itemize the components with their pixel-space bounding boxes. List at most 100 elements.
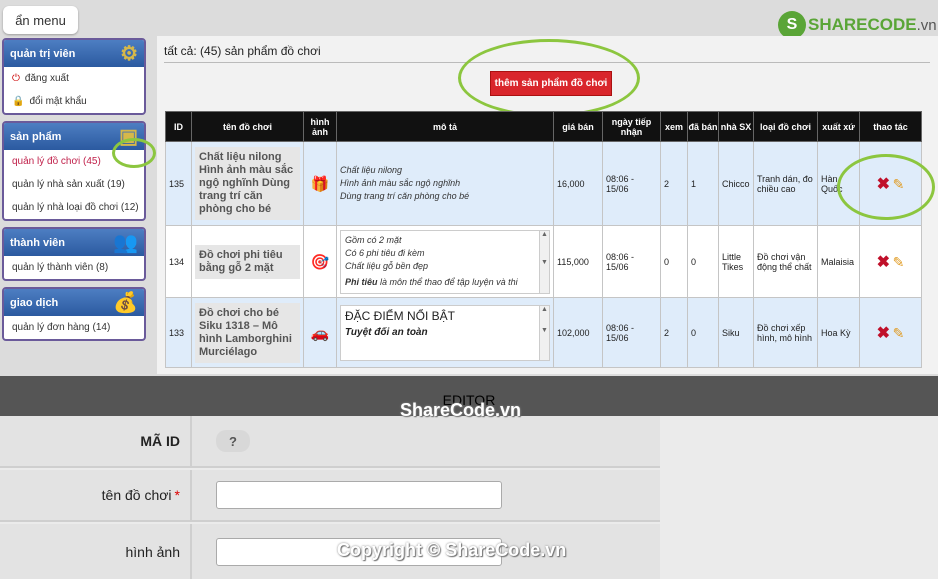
description-bold: Phi tiêu xyxy=(345,276,378,287)
sidebar-group-header[interactable]: giao dịch 💰 xyxy=(4,289,144,316)
sidebar-group-title: sản phẩm xyxy=(10,130,62,143)
column-header[interactable]: ngày tiếp nhận xyxy=(602,111,661,142)
column-header[interactable]: đã bán xyxy=(687,111,719,142)
sidebar-item-label: đổi mật khẩu xyxy=(29,96,87,107)
toy-name-input[interactable] xyxy=(216,481,502,509)
sidebar-item-change-password[interactable]: 🔒 đổi mật khẩu xyxy=(4,90,144,113)
cell-id: 134 xyxy=(165,225,192,298)
description-line: Hình ảnh màu sắc ngộ nghĩnh xyxy=(340,178,461,188)
gift-icon: 🎁 xyxy=(310,175,330,193)
edit-icon[interactable]: ✎ xyxy=(893,254,905,270)
cell-origin: Malaisia xyxy=(817,225,860,298)
column-header: thao tác xyxy=(859,111,922,142)
column-header[interactable]: nhà SX xyxy=(718,111,754,142)
column-header[interactable]: xuất xứ xyxy=(817,111,860,142)
cell-description: Chất liệu nilong Hình ảnh màu sắc ngộ ng… xyxy=(336,141,554,226)
toy-name: Chất liệu nilong Hình ảnh màu sắc ngộ ng… xyxy=(195,147,300,220)
sidebar-group-products: sản phẩm ▣ quản lý đồ chơi (45) quản lý n… xyxy=(2,121,146,221)
add-toy-button[interactable]: thêm sản phẩm đồ chơi xyxy=(490,71,612,96)
lock-icon: 🔒 xyxy=(12,96,25,107)
cell-views: 2 xyxy=(660,297,688,368)
column-header[interactable]: hình ảnh xyxy=(303,111,337,142)
description-line: Phi tiêu là môn thể thao để tập luyện và… xyxy=(345,276,537,289)
delete-icon[interactable]: ✖ xyxy=(877,325,890,342)
delete-icon[interactable]: ✖ xyxy=(877,176,890,193)
column-header[interactable]: loại đồ chơi xyxy=(753,111,818,142)
hide-menu-button[interactable]: ẩn menu xyxy=(3,6,78,34)
field-value: ? xyxy=(190,416,660,466)
users-icon: 👥 xyxy=(113,232,138,254)
sidebar-item-manage-makers[interactable]: quản lý nhà sản xuất (19) xyxy=(4,173,144,196)
sidebar-group-header[interactable]: sản phẩm ▣ xyxy=(4,123,144,150)
sidebar-group-header[interactable]: thành viên 👥 xyxy=(4,229,144,256)
cell-date: 08:06 - 15/06 xyxy=(602,141,661,226)
cell-image: 🚗 xyxy=(303,297,337,368)
column-header[interactable]: tên đồ chơi xyxy=(191,111,304,142)
table-row[interactable]: 133 Đồ chơi cho bé Siku 1318 – Mô hình L… xyxy=(165,297,922,368)
cell-name: Đồ chơi cho bé Siku 1318 – Mô hình Lambo… xyxy=(191,297,304,368)
cell-type: Đồ chơi vận động thể chất xyxy=(753,225,818,298)
column-header[interactable]: mô tả xyxy=(336,111,554,142)
image-input[interactable] xyxy=(216,537,502,566)
sidebar-item-manage-members[interactable]: quản lý thành viên (8) xyxy=(4,256,144,279)
field-value xyxy=(190,524,660,579)
sidebar-item-label: quản lý nhà sản xuất (19) xyxy=(12,179,125,190)
cell-image: 🎁 xyxy=(303,141,337,226)
form-row-name: tên đồ chơi * xyxy=(0,470,660,522)
edit-icon[interactable]: ✎ xyxy=(893,325,905,341)
delete-icon[interactable]: ✖ xyxy=(877,254,890,271)
form-row-id: MÃ ID ? xyxy=(0,416,660,468)
car-icon: 🚗 xyxy=(310,324,330,342)
cell-maker: Chicco xyxy=(718,141,754,226)
id-help-button[interactable]: ? xyxy=(216,430,250,452)
field-value xyxy=(190,470,660,520)
cell-price: 16,000 xyxy=(553,141,603,226)
field-label: MÃ ID xyxy=(140,433,180,449)
table-row[interactable]: 135 Chất liệu nilong Hình ảnh màu sắc ng… xyxy=(165,141,922,226)
editor-title: EDITOR xyxy=(442,392,496,408)
description-scrollbox[interactable]: ĐẶC ĐIỂM NỔI BẬT Tuyệt đối an toàn ▲ ▼ xyxy=(340,304,550,361)
power-icon: ⏻ xyxy=(12,73,20,84)
sidebar-item-manage-toys[interactable]: quản lý đồ chơi (45) xyxy=(4,150,144,173)
description-subheading: Tuyệt đối an toàn xyxy=(345,326,428,338)
cell-price: 115,000 xyxy=(553,225,603,298)
column-header[interactable]: xem xyxy=(660,111,688,142)
description-line: Dùng trang trí căn phòng cho bé xyxy=(340,191,470,201)
field-label: tên đồ chơi * xyxy=(0,470,190,520)
cell-actions: ✖ ✎ xyxy=(859,141,922,226)
sidebar-item-label: quản lý nhà loại đồ chơi (12) xyxy=(12,202,139,213)
description-text: là môn thể thao để tập luyện và thi xyxy=(377,276,518,287)
editor-form: MÃ ID ? tên đồ chơi * hình ảnh xyxy=(0,416,938,579)
sidebar-item-manage-toy-types[interactable]: quản lý nhà loại đồ chơi (12) xyxy=(4,196,144,219)
cell-description: ĐẶC ĐIỂM NỔI BẬT Tuyệt đối an toàn ▲ ▼ xyxy=(336,297,554,368)
field-label-text: tên đồ chơi xyxy=(101,487,172,503)
logo-mark-icon: S xyxy=(778,11,806,39)
cell-image: 🎯 xyxy=(303,225,337,298)
sidebar-group-header[interactable]: quản trị viên ⚙ xyxy=(4,40,144,67)
cell-type: Tranh dán, đo chiều cao xyxy=(753,141,818,226)
scrollbar[interactable]: ▲ ▼ xyxy=(539,230,549,293)
table-header-row: ID tên đồ chơi hình ảnh mô tả giá bán ng… xyxy=(165,111,922,142)
description-line: Có 6 phi tiêu đi kèm xyxy=(345,247,425,258)
edit-icon[interactable]: ✎ xyxy=(893,176,905,192)
description-line: Chất liệu gỗ bền đẹp xyxy=(345,260,429,271)
cell-sold: 0 xyxy=(687,297,719,368)
table-row[interactable]: 134 Đồ chơi phi tiêu bằng gỗ 2 mặt 🎯 Gồm… xyxy=(165,225,922,298)
box-icon: ▣ xyxy=(119,126,138,148)
sidebar-item-manage-orders[interactable]: quản lý đơn hàng (14) xyxy=(4,316,144,339)
column-header[interactable]: ID xyxy=(165,111,192,142)
description-scrollbox[interactable]: Gồm có 2 mặt Có 6 phi tiêu đi kèm Chất l… xyxy=(340,229,550,294)
description-line: Chất liệu nilong xyxy=(340,165,403,175)
sidebar-group-members: thành viên 👥 quản lý thành viên (8) xyxy=(2,227,146,281)
cell-actions: ✖ ✎ xyxy=(859,297,922,368)
form-row-image: hình ảnh xyxy=(0,524,660,579)
sidebar-group-title: quản trị viên xyxy=(10,47,76,60)
sidebar-item-label: đăng xuất xyxy=(24,73,69,84)
cell-views: 2 xyxy=(660,141,688,226)
required-marker: * xyxy=(174,487,180,503)
sidebar-item-logout[interactable]: ⏻ đăng xuất xyxy=(4,67,144,90)
scrollbar[interactable]: ▲ ▼ xyxy=(539,305,549,360)
column-header[interactable]: giá bán xyxy=(553,111,603,142)
cell-maker: Siku xyxy=(718,297,754,368)
logo-brand: SHARECODE xyxy=(808,15,917,34)
